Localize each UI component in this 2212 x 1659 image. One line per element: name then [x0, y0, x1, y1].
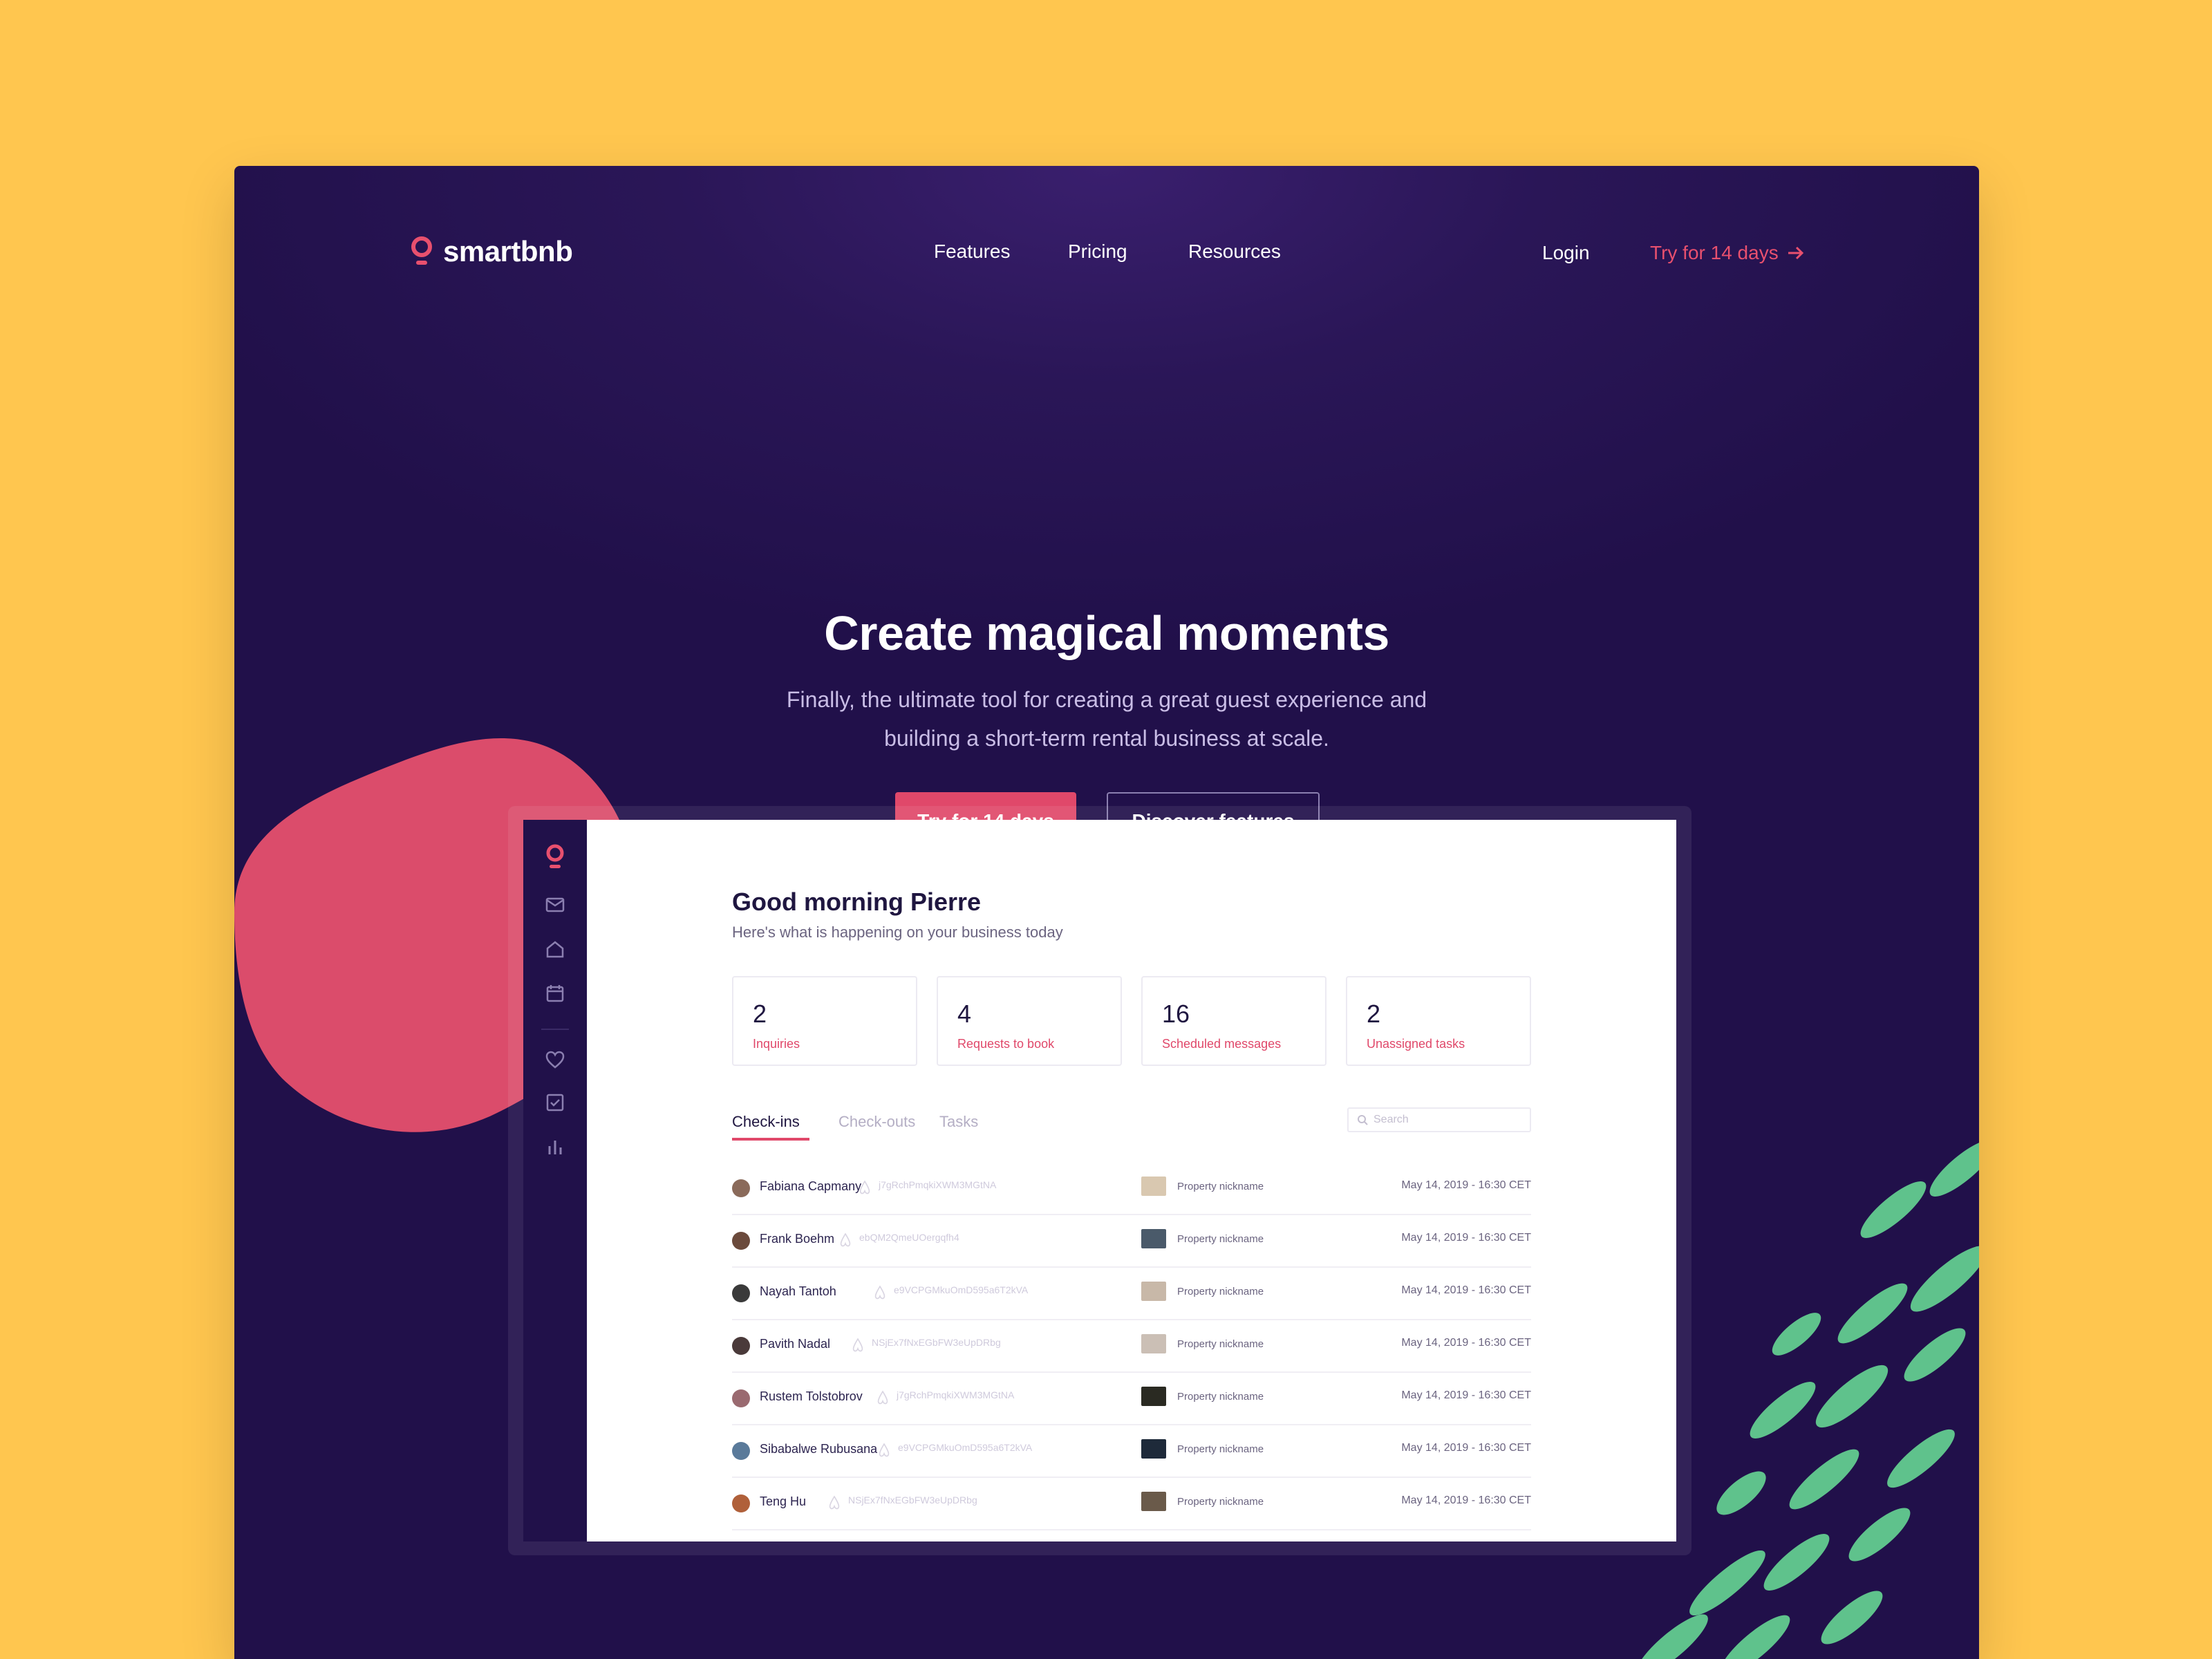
stat-value: 2 — [1367, 1000, 1381, 1028]
checkbox-icon[interactable] — [523, 1094, 587, 1112]
property-thumbnail — [1141, 1229, 1166, 1248]
property-name: Property nickname — [1177, 1338, 1264, 1350]
nav-try-link[interactable]: Try for 14 days — [1650, 242, 1805, 264]
property-name: Property nickname — [1177, 1496, 1264, 1508]
search-input[interactable]: Search — [1347, 1107, 1531, 1132]
reservation-code: e9VCPGMkuOmD595a6T2kVA — [894, 1284, 1029, 1295]
stat-label: Scheduled messages — [1162, 1037, 1282, 1051]
guest-name: Frank Boehm — [760, 1232, 835, 1246]
property-name: Property nickname — [1177, 1443, 1264, 1455]
nav-link-pricing[interactable]: Pricing — [1068, 241, 1127, 263]
avatar — [732, 1232, 750, 1250]
greeting-title: Good morning Pierre — [732, 888, 982, 916]
airbnb-icon — [877, 1390, 888, 1405]
hero-subtitle: Finally, the ultimate tool for creating … — [234, 680, 1979, 758]
table-row[interactable]: Nayah Tantoh e9VCPGMkuOmD595a6T2kVA Proper… — [732, 1268, 1531, 1320]
table-row[interactable]: Sibabalwe Rubusana e9VCPGMkuOmD595a6T2kVA… — [732, 1425, 1531, 1478]
property-thumbnail — [1141, 1387, 1166, 1406]
property-name: Property nickname — [1177, 1391, 1264, 1403]
stat-value: 2 — [753, 1000, 767, 1028]
active-tab-indicator — [732, 1138, 809, 1141]
dashboard-sidebar — [523, 820, 587, 1541]
guest-name: Pavith Nadal — [760, 1337, 831, 1351]
hero-title: Create magical moments — [824, 606, 1389, 660]
table-row[interactable]: Rustem Tolstobrov j7gRchPmqkiXWM3MGtNA Pro… — [732, 1373, 1531, 1425]
sidebar-logo-icon — [523, 843, 587, 871]
table-row[interactable]: Pavith Nadal NSjEx7fNxEGbFW3eUpDRbg Proper… — [732, 1320, 1531, 1373]
airbnb-icon — [840, 1232, 851, 1247]
property-thumbnail — [1141, 1439, 1166, 1459]
airbnb-icon — [829, 1495, 840, 1510]
guest-name: Sibabalwe Rubusana — [760, 1442, 878, 1456]
stat-card-requests[interactable]: 4 Requests to book — [937, 976, 1122, 1066]
bar-chart-icon[interactable] — [523, 1138, 587, 1156]
property-thumbnail — [1141, 1334, 1166, 1353]
home-icon[interactable] — [523, 940, 587, 958]
property-name: Property nickname — [1177, 1286, 1264, 1297]
airbnb-icon — [852, 1338, 863, 1352]
table-row[interactable]: Frank Boehm ebQM2QmeUOergqfh4 Property nic… — [732, 1215, 1531, 1268]
reservation-code: NSjEx7fNxEGbFW3eUpDRbg — [872, 1337, 1001, 1348]
hero-subtitle-line-2: building a short-term rental business at… — [884, 726, 1329, 751]
nav-link-login[interactable]: Login — [1542, 242, 1590, 264]
stat-card-unassigned[interactable]: 2 Unassigned tasks — [1346, 976, 1531, 1066]
inbox-icon[interactable] — [523, 897, 587, 912]
stat-card-scheduled[interactable]: 16 Scheduled messages — [1141, 976, 1327, 1066]
guest-name: Fabiana Capmany — [760, 1179, 862, 1193]
property-name: Property nickname — [1177, 1181, 1264, 1192]
logo-text: smartbnb — [443, 235, 573, 268]
stat-label: Unassigned tasks — [1367, 1037, 1465, 1051]
avatar — [732, 1284, 750, 1302]
table-row[interactable]: Teng Hu NSjEx7fNxEGbFW3eUpDRbg Property ni… — [732, 1478, 1531, 1530]
airbnb-icon — [859, 1180, 870, 1194]
avatar — [732, 1389, 750, 1407]
search-icon — [1358, 1115, 1368, 1125]
landing-page: smartbnb Features Pricing Resources Logi… — [234, 166, 1979, 1659]
stat-card-inquiries[interactable]: 2 Inquiries — [732, 976, 917, 1066]
guest-name: Teng Hu — [760, 1494, 807, 1508]
tab-tasks[interactable]: Tasks — [939, 1113, 978, 1131]
property-thumbnail — [1141, 1492, 1166, 1511]
stat-label: Requests to book — [957, 1037, 1055, 1051]
reservation-code: e9VCPGMkuOmD595a6T2kVA — [898, 1442, 1033, 1453]
stat-label: Inquiries — [753, 1037, 800, 1051]
property-thumbnail — [1141, 1177, 1166, 1196]
property-thumbnail — [1141, 1282, 1166, 1301]
tab-check-ins[interactable]: Check-ins — [732, 1113, 800, 1131]
reservation-code: j7gRchPmqkiXWM3MGtNA — [879, 1179, 997, 1190]
airbnb-icon — [874, 1285, 885, 1300]
tab-check-outs[interactable]: Check-outs — [838, 1113, 915, 1131]
hero-subtitle-line-1: Finally, the ultimate tool for creating … — [786, 687, 1427, 712]
greeting-subtitle: Here's what is happening on your busines… — [732, 924, 1063, 941]
property-name: Property nickname — [1177, 1233, 1264, 1245]
logo-pin-icon — [411, 236, 432, 265]
airbnb-icon — [879, 1443, 890, 1457]
avatar — [732, 1442, 750, 1460]
arrow-right-icon — [1788, 246, 1803, 260]
table-row[interactable]: Fabiana Capmanye9VCPGMkuOmD595a6T2kVAPro… — [732, 1530, 1531, 1541]
avatar — [732, 1494, 750, 1512]
search-placeholder: Search — [1374, 1114, 1409, 1125]
nav-link-features[interactable]: Features — [934, 241, 1011, 263]
green-strokes-decoration — [1636, 1140, 1979, 1659]
guest-name: Rustem Tolstobrov — [760, 1389, 863, 1403]
calendar-icon[interactable] — [523, 984, 587, 1002]
nav-try-label: Try for 14 days — [1650, 242, 1779, 263]
logo[interactable]: smartbnb — [410, 235, 573, 268]
stat-value: 4 — [957, 1000, 972, 1028]
heart-icon[interactable] — [523, 1051, 587, 1069]
reservation-code: j7gRchPmqkiXWM3MGtNA — [897, 1389, 1015, 1400]
reservation-code: NSjEx7fNxEGbFW3eUpDRbg — [848, 1494, 977, 1506]
avatar — [732, 1179, 750, 1197]
sidebar-divider — [541, 1029, 569, 1030]
table-row[interactable]: Fabiana Capmany j7gRchPmqkiXWM3MGtNA Prope… — [732, 1163, 1531, 1215]
reservation-code: ebQM2QmeUOergqfh4 — [859, 1232, 959, 1243]
nav-link-resources[interactable]: Resources — [1188, 241, 1281, 263]
avatar — [732, 1337, 750, 1355]
guest-name: Nayah Tantoh — [760, 1284, 836, 1298]
stat-value: 16 — [1162, 1000, 1190, 1028]
